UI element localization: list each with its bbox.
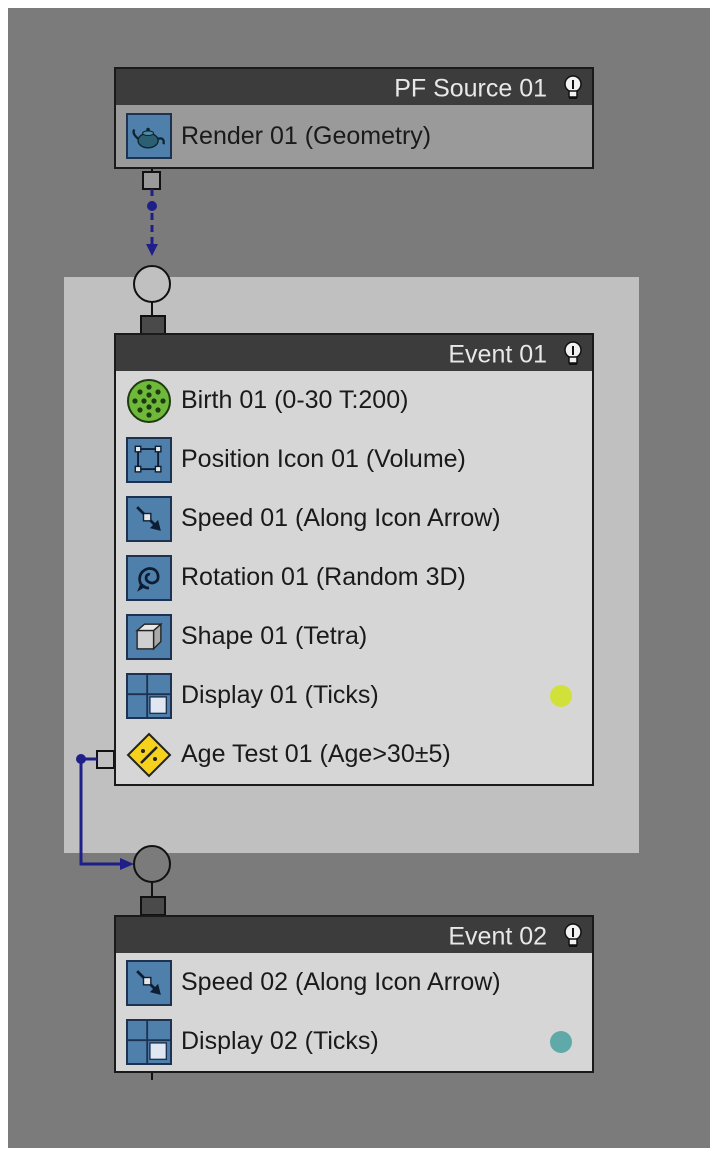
shape-cube-icon <box>126 613 172 660</box>
rotation-icon <box>126 554 172 601</box>
wire-start-dot <box>147 201 157 211</box>
display-icon <box>126 672 172 719</box>
wire-arrowhead-2 <box>120 858 134 870</box>
source-output-socket[interactable] <box>142 171 161 190</box>
operator-label: Birth 01 (0-30 T:200) <box>181 386 409 414</box>
event02-input-circle[interactable] <box>133 845 171 883</box>
pf-source-node[interactable]: PF Source 01 Render 01 (Geometry) <box>114 67 594 169</box>
event-02-header[interactable]: Event 02 <box>116 917 592 953</box>
event-01-node[interactable]: Event 01 Birth 01 (0-30 T:200) Position … <box>114 333 594 786</box>
event-01-title: Event 01 <box>448 340 548 369</box>
operator-label: Render 01 (Geometry) <box>181 121 432 150</box>
lightbulb-icon[interactable] <box>562 75 584 101</box>
event-02-title: Event 02 <box>448 922 548 951</box>
operator-display[interactable]: Display 01 (Ticks) <box>116 666 592 725</box>
operator-age-test[interactable]: Age Test 01 (Age>30±5) <box>116 725 592 784</box>
operator-label: Age Test 01 (Age>30±5) <box>181 740 451 768</box>
birth-icon <box>126 378 172 424</box>
speed-arrow-icon <box>126 959 172 1006</box>
teapot-icon <box>126 113 172 159</box>
operator-label: Display 02 (Ticks) <box>181 1027 379 1055</box>
operator-label: Speed 02 (Along Icon Arrow) <box>181 968 501 996</box>
operator-label: Speed 01 (Along Icon Arrow) <box>181 504 501 532</box>
position-icon <box>126 436 172 483</box>
particle-view-canvas[interactable]: PF Source 01 Render 01 (Geometry) Event … <box>8 8 710 1148</box>
operator-speed[interactable]: Speed 01 (Along Icon Arrow) <box>116 489 592 548</box>
event02-input-socket[interactable] <box>140 896 166 916</box>
operator-label: Rotation 01 (Random 3D) <box>181 563 466 591</box>
pf-source-header[interactable]: PF Source 01 <box>116 69 592 105</box>
event01-input-socket[interactable] <box>140 315 166 335</box>
wire-arrowhead <box>146 244 158 256</box>
event-01-header[interactable]: Event 01 <box>116 335 592 371</box>
operator-label: Shape 01 (Tetra) <box>181 622 368 650</box>
operator-label: Position Icon 01 (Volume) <box>181 445 466 473</box>
operator-label: Display 01 (Ticks) <box>181 681 379 709</box>
speed-arrow-icon <box>126 495 172 542</box>
event-02-node[interactable]: Event 02 Speed 02 (Along Icon Arrow) Dis… <box>114 915 594 1073</box>
lightbulb-icon[interactable] <box>562 923 584 949</box>
event01-input-circle[interactable] <box>133 265 171 303</box>
display-color-swatch[interactable] <box>550 1030 572 1053</box>
operator-render[interactable]: Render 01 (Geometry) <box>116 105 592 167</box>
operator-position-icon[interactable]: Position Icon 01 (Volume) <box>116 430 592 489</box>
operator-shape[interactable]: Shape 01 (Tetra) <box>116 607 592 666</box>
lightbulb-icon[interactable] <box>562 341 584 367</box>
operator-rotation[interactable]: Rotation 01 (Random 3D) <box>116 548 592 607</box>
display-icon <box>126 1018 172 1065</box>
age-test-diamond-icon <box>126 732 172 778</box>
operator-display-02[interactable]: Display 02 (Ticks) <box>116 1012 592 1071</box>
age-test-output-socket[interactable] <box>96 750 115 769</box>
operator-speed-02[interactable]: Speed 02 (Along Icon Arrow) <box>116 953 592 1012</box>
operator-birth[interactable]: Birth 01 (0-30 T:200) <box>116 371 592 430</box>
display-color-swatch[interactable] <box>550 684 572 707</box>
pf-source-title: PF Source 01 <box>394 74 548 103</box>
